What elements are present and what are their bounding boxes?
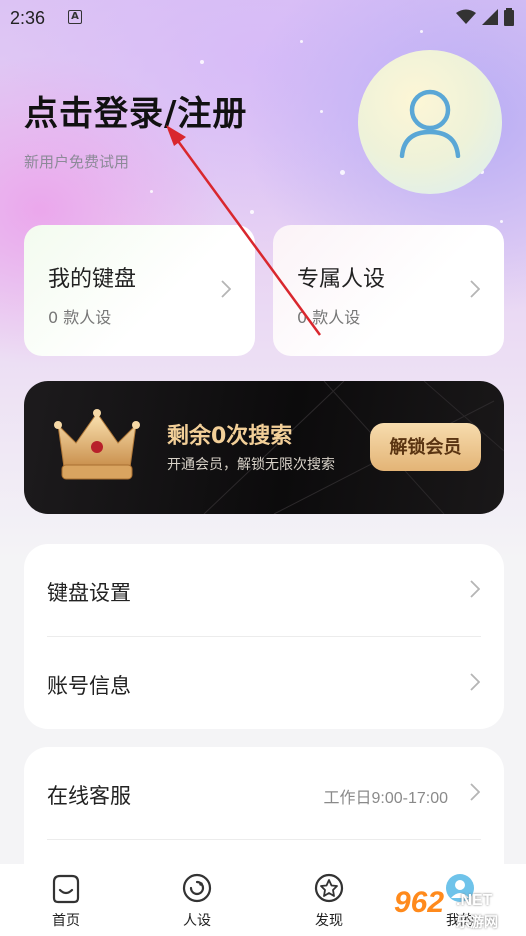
card-subtitle: 0 款人设 xyxy=(297,308,361,327)
card-title: 专属人设 xyxy=(297,267,386,292)
home-icon xyxy=(52,874,80,904)
card-title: 我的键盘 xyxy=(48,267,137,292)
nav-discover[interactable]: 发现 xyxy=(289,872,369,930)
status-bar: 2:36 A xyxy=(0,0,526,36)
login-subtitle: 新用户免费试用 xyxy=(24,153,130,171)
status-time: 2:36 xyxy=(10,8,46,28)
row-label: 账号信息 xyxy=(47,674,131,698)
chevron-right-icon xyxy=(221,280,231,298)
avatar[interactable] xyxy=(358,50,502,194)
exclusive-persona-card[interactable]: 专属人设 0 款人设 xyxy=(273,225,504,356)
unlock-vip-button[interactable]: 解锁会员 xyxy=(370,423,481,471)
support-hours: 工作日9:00-17:00 xyxy=(323,790,448,807)
account-info-row[interactable]: 账号信息 xyxy=(24,637,504,729)
row-label: 键盘设置 xyxy=(47,581,131,605)
battery-icon xyxy=(504,8,514,26)
nav-label: 发现 xyxy=(315,913,343,929)
chevron-right-icon xyxy=(470,280,480,298)
persona-icon xyxy=(182,873,212,903)
nav-persona[interactable]: 人设 xyxy=(157,872,237,930)
keyboard-settings-row[interactable]: 键盘设置 xyxy=(24,544,504,636)
divider xyxy=(47,839,481,840)
login-register-link[interactable]: 点击登录/注册 xyxy=(24,86,247,135)
site-watermark: 962 .NET 乐游网 xyxy=(388,884,526,936)
vip-subtitle: 开通会员，解锁无限次搜索 xyxy=(167,457,335,473)
notification-icon: A xyxy=(68,10,82,24)
chevron-right-icon xyxy=(470,580,480,598)
user-icon xyxy=(399,89,461,158)
signal-icon xyxy=(482,9,498,25)
discover-icon xyxy=(314,873,344,903)
chevron-right-icon xyxy=(470,783,480,801)
wifi-icon xyxy=(456,9,476,24)
nav-label: 人设 xyxy=(183,913,211,929)
vip-title: 剩余0次搜索 xyxy=(167,424,293,449)
watermark-suffix: .NET xyxy=(456,892,493,909)
card-subtitle: 0 款人设 xyxy=(48,308,112,327)
nav-label: 首页 xyxy=(52,913,80,929)
online-support-row[interactable]: 在线客服 工作日9:00-17:00 xyxy=(24,747,504,839)
settings-list: 键盘设置 账号信息 xyxy=(24,544,504,729)
crown-icon xyxy=(54,409,140,480)
watermark-text: 乐游网 xyxy=(456,915,498,931)
watermark-number: 962 xyxy=(394,886,445,919)
my-keyboard-card[interactable]: 我的键盘 0 款人设 xyxy=(24,225,255,356)
chevron-right-icon xyxy=(470,673,480,691)
row-label: 在线客服 xyxy=(47,784,131,808)
nav-home[interactable]: 首页 xyxy=(26,872,106,930)
vip-banner[interactable]: 剩余0次搜索 开通会员，解锁无限次搜索 解锁会员 xyxy=(24,381,504,514)
status-icons xyxy=(456,8,514,26)
